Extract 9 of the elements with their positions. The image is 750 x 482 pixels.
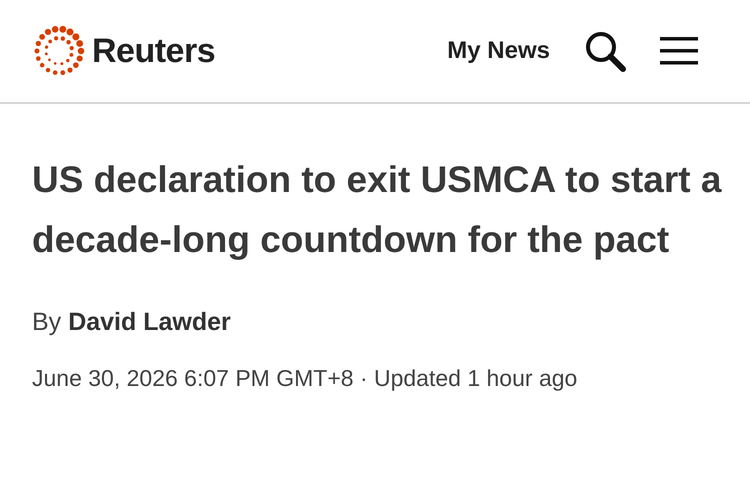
author-link[interactable]: David Lawder xyxy=(68,308,231,337)
my-news-link[interactable]: My News xyxy=(447,37,550,65)
logo-icon xyxy=(32,24,86,78)
brand-name: Reuters xyxy=(92,32,216,70)
search-icon[interactable] xyxy=(584,30,626,72)
dateline: June 30, 2026 6:07 PM GMT+8 · Updated 1 hour ago xyxy=(32,365,578,392)
byline-prefix: By xyxy=(32,308,62,337)
menu-icon[interactable] xyxy=(660,37,698,65)
headline: US declaration to exit USMCA to start a decade-long countdown for the pact xyxy=(32,158,722,262)
